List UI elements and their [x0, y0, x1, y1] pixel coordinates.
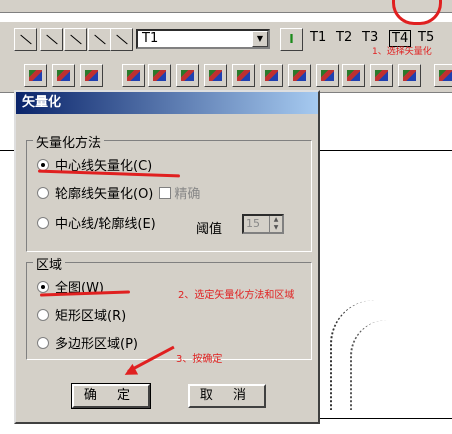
precise-checkbox[interactable]: [159, 186, 172, 199]
draw-line-icon[interactable]: [14, 28, 37, 51]
tab-t3[interactable]: T3: [362, 30, 378, 45]
tool-icon[interactable]: [148, 64, 171, 87]
draw-line-icon[interactable]: [64, 28, 87, 51]
region-option-label: 矩形区域(R): [55, 309, 127, 324]
tool-icon[interactable]: [232, 64, 255, 87]
layer-insert-icon[interactable]: I: [280, 28, 303, 51]
draw-line-icon[interactable]: [110, 28, 133, 51]
draw-line-icon[interactable]: [40, 28, 63, 51]
tool-icon[interactable]: [288, 64, 311, 87]
dialog-titlebar[interactable]: 矢量化: [16, 92, 318, 114]
method-option-label: 中心线/轮廓线(E): [55, 217, 156, 232]
vectorize-dialog: 矢量化 矢量化方法 中心线矢量化(C) 轮廓线矢量化(O) 精确 中心线/轮廓线…: [14, 90, 320, 424]
radio-button[interactable]: [37, 186, 49, 199]
radio-button[interactable]: [37, 308, 49, 321]
tool-icon[interactable]: [80, 64, 103, 87]
tool-icon[interactable]: [434, 64, 452, 87]
method-option-label: 轮廓线矢量化(O): [55, 187, 154, 202]
tab-t1[interactable]: T1: [310, 30, 326, 45]
region-option-rect[interactable]: 矩形区域(R): [37, 305, 126, 324]
tool-icon[interactable]: [24, 64, 47, 87]
threshold-label: 阈值: [196, 222, 223, 237]
tool-icon[interactable]: [204, 64, 227, 87]
tool-icon[interactable]: [370, 64, 393, 87]
threshold-value: 15: [246, 217, 260, 230]
dialog-title: 矢量化: [22, 95, 62, 110]
region-option-label: 多边形区域(P): [55, 337, 138, 352]
annotation-step-3: 3、按确定: [176, 354, 223, 365]
tool-icon[interactable]: [398, 64, 421, 87]
threshold-stepper[interactable]: 15 ▲ ▼: [242, 214, 284, 234]
chevron-down-icon[interactable]: ▼: [252, 31, 268, 47]
radio-button[interactable]: [37, 336, 49, 349]
region-option-polygon[interactable]: 多边形区域(P): [37, 333, 138, 352]
drawing-line: [320, 418, 452, 419]
method-option-outline[interactable]: 轮廓线矢量化(O) 精确: [37, 183, 200, 202]
annotation-step-2: 2、选定矢量化方法和区域: [178, 290, 295, 301]
vectorize-icon[interactable]: [260, 64, 283, 87]
tool-icon[interactable]: [122, 64, 145, 87]
method-group: 矢量化方法 中心线矢量化(C) 轮廓线矢量化(O) 精确 中心线/轮廓线(E): [26, 132, 312, 252]
precise-checkbox-label: 精确: [174, 187, 201, 202]
method-group-legend: 矢量化方法: [33, 132, 105, 151]
region-group-legend: 区域: [33, 254, 66, 273]
top-annotation: 1、选择矢量化: [372, 47, 432, 57]
tab-t2[interactable]: T2: [336, 30, 352, 45]
spin-arrows-icon[interactable]: ▲ ▼: [269, 216, 282, 232]
layer-select-value: T1: [142, 31, 159, 46]
ok-button[interactable]: 确 定: [71, 383, 151, 409]
region-group: 区域 全图(W) 矩形区域(R) 多边形区域(P): [26, 254, 312, 360]
radio-button[interactable]: [37, 216, 49, 229]
layer-select[interactable]: T1 ▼: [136, 29, 270, 49]
tab-t5[interactable]: T5: [418, 30, 434, 45]
method-option-both[interactable]: 中心线/轮廓线(E): [37, 213, 156, 232]
draw-line-icon[interactable]: [88, 28, 111, 51]
tool-icon[interactable]: [342, 64, 365, 87]
toolbar-row-2: [0, 58, 452, 93]
radio-button[interactable]: [37, 280, 49, 293]
tool-icon[interactable]: [316, 64, 339, 87]
tool-icon[interactable]: [176, 64, 199, 87]
tool-icon[interactable]: [52, 64, 75, 87]
cancel-button[interactable]: 取 消: [188, 384, 266, 408]
top-toolbar-edge: [0, 0, 452, 13]
drawing-curve: [350, 320, 442, 410]
